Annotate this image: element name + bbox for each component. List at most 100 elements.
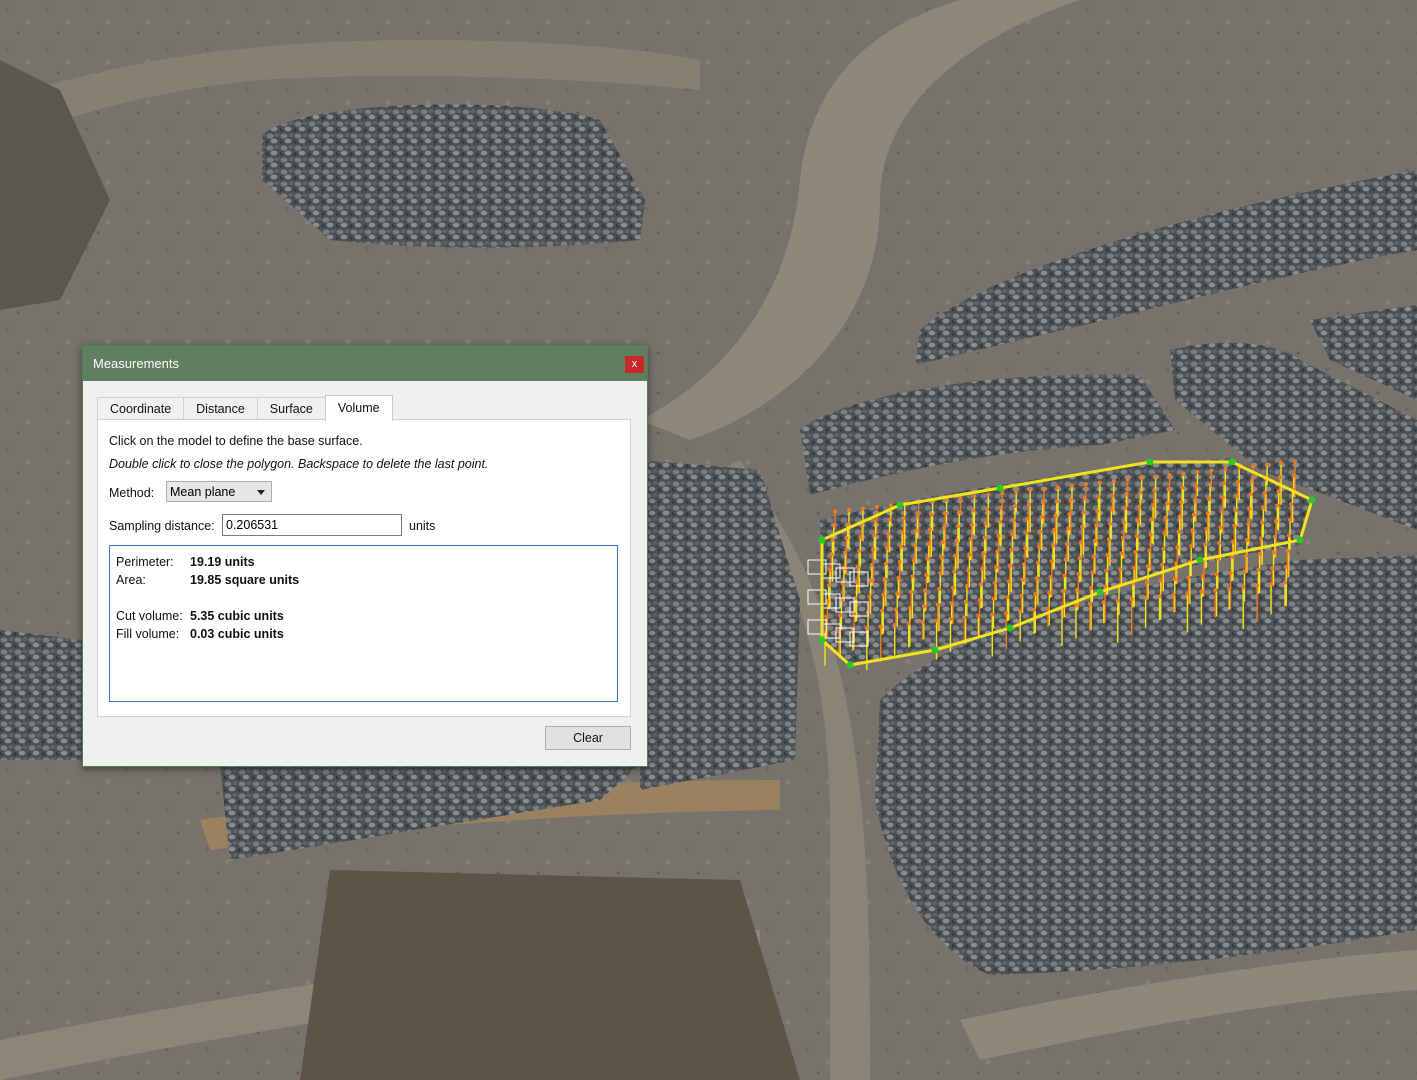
cut-point [1289, 502, 1294, 507]
cut-point [1153, 474, 1158, 479]
cut-point [1125, 477, 1130, 482]
cut-point [994, 565, 999, 570]
fill-volume-value: 0.03 cubic units [190, 627, 284, 641]
tab-distance[interactable]: Distance [183, 397, 258, 420]
cut-point [824, 614, 829, 619]
cut-point [1147, 548, 1152, 553]
cut-point [1257, 552, 1262, 557]
cut-point [858, 534, 863, 539]
polygon-vertex[interactable] [1228, 458, 1236, 466]
cut-point [1291, 473, 1296, 478]
cut-point [1277, 475, 1282, 480]
cut-point [1276, 489, 1281, 494]
cut-point [1209, 468, 1214, 473]
method-dropdown[interactable]: Mean plane [166, 481, 272, 502]
cut-point [1181, 471, 1186, 476]
cut-point [1134, 534, 1139, 539]
perimeter-value: 19.19 units [190, 555, 255, 569]
cut-point [1203, 542, 1208, 547]
polygon-vertex[interactable] [896, 501, 904, 509]
tab-surface[interactable]: Surface [256, 397, 326, 420]
cut-point [999, 505, 1004, 510]
cut-point [844, 536, 849, 541]
cut-point [1056, 485, 1061, 490]
cut-point [1274, 519, 1279, 524]
cut-point [1262, 490, 1267, 495]
cut-point [846, 507, 851, 512]
polygon-vertex[interactable] [818, 636, 826, 644]
tab-volume[interactable]: Volume [324, 395, 393, 421]
cut-point [1272, 534, 1277, 539]
cut-point [1214, 572, 1219, 577]
cut-point [900, 530, 905, 535]
cut-point [1139, 476, 1144, 481]
cut-point [1199, 589, 1204, 594]
close-icon[interactable]: x [625, 356, 644, 373]
fill-volume-label: Fill volume: [116, 627, 180, 641]
tab-coordinate[interactable]: Coordinate [97, 397, 185, 420]
polygon-vertex[interactable] [1146, 458, 1154, 466]
cut-point [854, 580, 859, 585]
measurements-dialog: Measurements x Coordinate Distance Surfa… [82, 345, 648, 767]
cut-point [1108, 521, 1113, 526]
cut-point [1133, 550, 1138, 555]
cut-point [1109, 507, 1114, 512]
cut-volume-value: 5.35 cubic units [190, 609, 284, 623]
cut-point [950, 585, 955, 590]
cut-point [1096, 494, 1101, 499]
cut-point [1082, 496, 1087, 501]
cut-point [1011, 518, 1016, 523]
polygon-vertex[interactable] [1006, 624, 1014, 632]
cut-point [1284, 564, 1289, 569]
rock-pile [262, 104, 645, 248]
cut-point [1180, 485, 1185, 490]
polygon-vertex[interactable] [1308, 496, 1316, 504]
cut-volume-label: Cut volume: [116, 609, 183, 623]
cut-point [1275, 503, 1280, 508]
cut-point [897, 560, 902, 565]
cut-point [1046, 606, 1051, 611]
cut-point [1208, 482, 1213, 487]
cut-point [1094, 523, 1099, 528]
polygon-vertex[interactable] [1096, 588, 1104, 596]
cut-point [1135, 518, 1140, 523]
cut-point [986, 492, 991, 497]
cut-point [996, 533, 1001, 538]
polygon-vertex[interactable] [1296, 536, 1304, 544]
cut-point [1160, 562, 1165, 567]
polygon-vertex[interactable] [931, 646, 939, 654]
cut-point [867, 594, 872, 599]
cut-point [888, 503, 893, 508]
cut-point [935, 602, 940, 607]
cut-point [968, 536, 973, 541]
cut-point [1172, 576, 1177, 581]
polygon-vertex[interactable] [846, 661, 854, 669]
cut-point [1005, 595, 1010, 600]
cut-point [985, 506, 990, 511]
cut-point [1285, 549, 1290, 554]
cut-point [1230, 539, 1235, 544]
cut-point [883, 561, 888, 566]
cut-point [934, 618, 939, 623]
cut-point [1270, 566, 1275, 571]
dialog-titlebar[interactable]: Measurements x [83, 346, 647, 381]
cut-point [1049, 559, 1054, 564]
cut-point [1104, 568, 1109, 573]
polygon-vertex[interactable] [818, 536, 826, 544]
cut-point [1033, 592, 1038, 597]
cut-point [1243, 553, 1248, 558]
cut-point [1092, 538, 1097, 543]
cut-point [896, 575, 901, 580]
cut-point [1018, 609, 1023, 614]
cut-point [1054, 499, 1059, 504]
cut-point [1246, 522, 1251, 527]
clear-button[interactable]: Clear [545, 726, 631, 750]
rock-pile [0, 630, 82, 760]
cut-point [1235, 479, 1240, 484]
cut-point [1118, 567, 1123, 572]
cut-point [1110, 493, 1115, 498]
polygon-vertex[interactable] [996, 484, 1004, 492]
sampling-distance-input[interactable]: 0.206531 [222, 514, 402, 536]
cut-point [1151, 503, 1156, 508]
polygon-vertex[interactable] [1196, 556, 1204, 564]
